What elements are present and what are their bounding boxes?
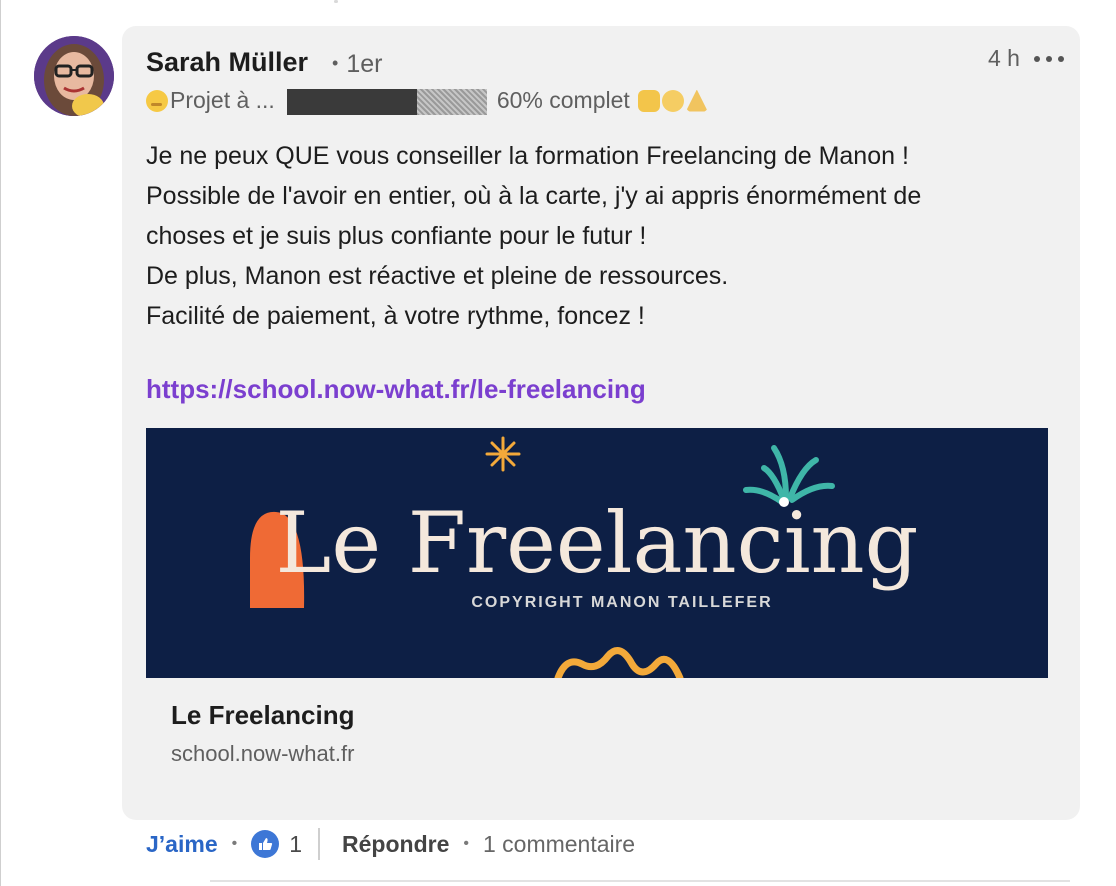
- reply-button[interactable]: Répondre: [342, 831, 449, 858]
- headline-progress: 60% complet: [496, 87, 630, 113]
- flexed-biceps-icon: [637, 89, 660, 112]
- comment-actions: J’aime • 1 Répondre • 1 commentaire: [146, 828, 635, 860]
- comments-count[interactable]: 1 commentaire: [483, 831, 635, 858]
- preview-copyright: COPYRIGHT MANON TAILLEFER: [471, 594, 773, 611]
- folded-hands-icon: [685, 89, 708, 112]
- avatar[interactable]: [34, 36, 114, 116]
- preview-brand-title: Le Freelancing: [275, 494, 919, 592]
- headline-prefix: Projet à ...: [170, 87, 275, 113]
- top-divider-stub: [334, 0, 338, 3]
- comment-time: 4 h: [988, 45, 1020, 71]
- connection-degree: • 1er: [332, 50, 383, 78]
- comment-line: Facilité de paiement, à votre rythme, fo…: [146, 302, 645, 330]
- like-count[interactable]: 1: [289, 831, 302, 858]
- comment-line: Je ne peux QUE vous conseiller la format…: [146, 142, 909, 170]
- more-options-icon[interactable]: [1034, 47, 1064, 71]
- comment-line: Possible de l'avoir en entier, où à la c…: [146, 182, 922, 210]
- separator-dot: •: [231, 835, 238, 852]
- bottom-divider: [210, 880, 1070, 882]
- link-preview-image[interactable]: Le Freelancing COPYRIGHT MANON TAILLEFER: [146, 428, 1048, 678]
- preview-title[interactable]: Le Freelancing: [171, 700, 355, 731]
- headline-emojis: [637, 89, 708, 112]
- separator-dot: •: [463, 835, 469, 852]
- author-headline: Projet à ... 60% complet: [146, 87, 708, 116]
- like-button[interactable]: J’aime: [146, 831, 218, 858]
- thumbs-up-icon[interactable]: [251, 830, 280, 858]
- actions-divider: [318, 828, 321, 860]
- smiling-face-icon: [146, 89, 168, 112]
- avatar-image: [34, 36, 114, 116]
- ok-hand-icon: [661, 89, 684, 112]
- degree-label: 1er: [346, 50, 383, 78]
- thumbs-up-glyph: [259, 838, 273, 850]
- progress-bar-icon: [286, 88, 487, 116]
- preview-domain: school.now-what.fr: [171, 741, 355, 766]
- comment-line: De plus, Manon est réactive et pleine de…: [146, 262, 729, 290]
- comment-link[interactable]: https://school.now-what.fr/le-freelancin…: [146, 374, 646, 405]
- comment-text: Je ne peux QUE vous conseiller la format…: [146, 136, 1066, 336]
- comment-line: choses et je suis plus confiante pour le…: [146, 222, 647, 250]
- author-name[interactable]: Sarah Müller: [146, 47, 308, 78]
- left-divider: [0, 0, 1, 886]
